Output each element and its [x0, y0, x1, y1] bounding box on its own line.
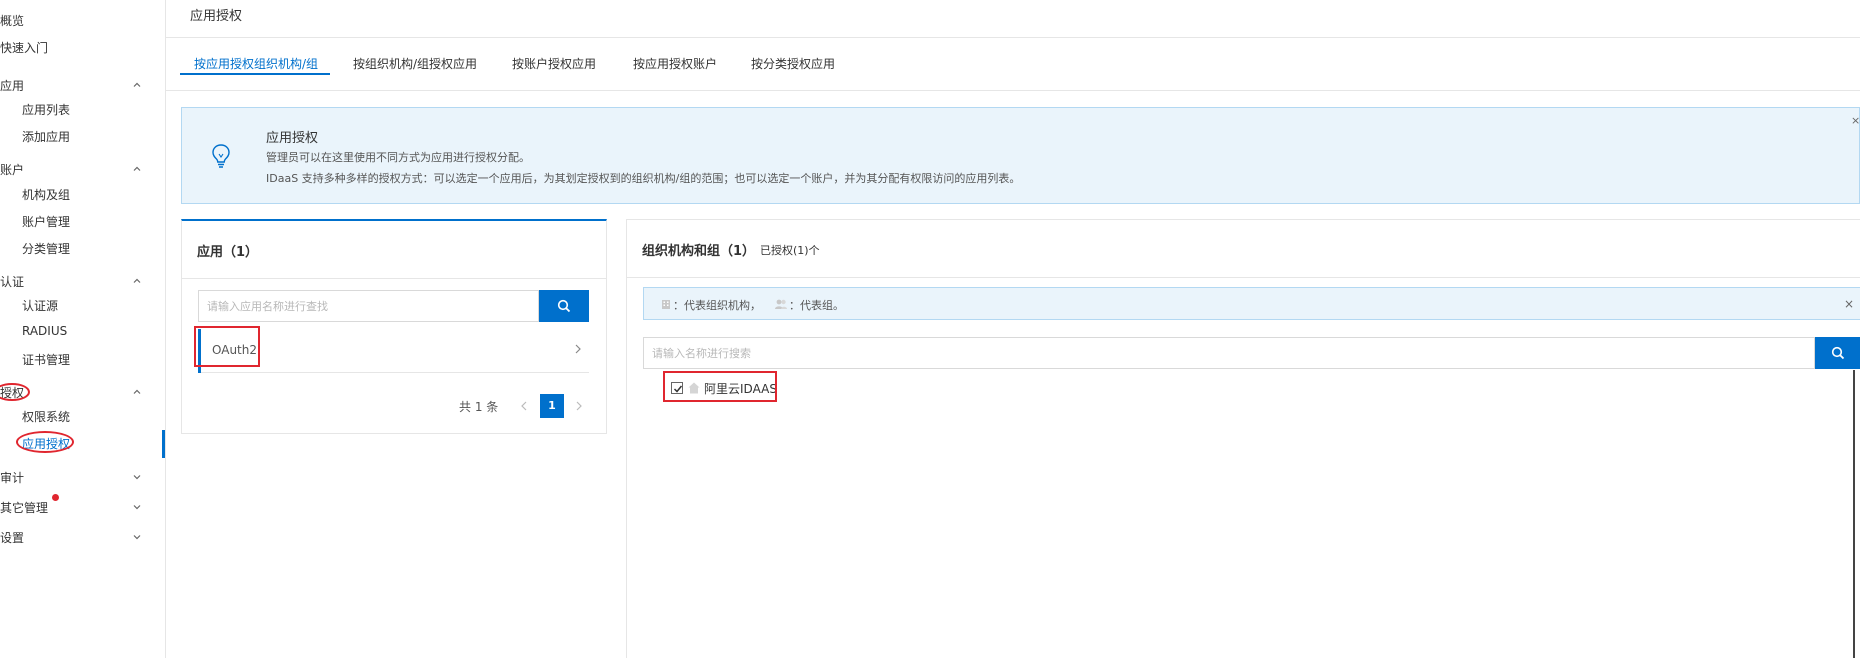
apps-panel: 应用（1） OAuth2 共 1 条 1: [181, 219, 607, 434]
sidebar-item-permission-system[interactable]: 权限系统: [22, 408, 70, 425]
building-icon: [660, 298, 672, 313]
group-icon: [774, 298, 788, 313]
sidebar-item-quickstart[interactable]: 快速入门: [0, 39, 48, 56]
legend-group-text: ：代表组。: [789, 299, 844, 312]
close-icon[interactable]: ×: [1844, 297, 1854, 311]
divider: [166, 37, 1860, 38]
app-search-input[interactable]: [199, 291, 538, 321]
tab-account-to-app[interactable]: 按账户授权应用: [512, 55, 596, 72]
main-content: 应用授权 按应用授权组织机构/组 按组织机构/组授权应用 按账户授权应用 按应用…: [166, 0, 1860, 658]
tab-app-to-account[interactable]: 按应用授权账户: [633, 55, 717, 72]
sidebar-group-other[interactable]: 其它管理: [0, 499, 48, 516]
sidebar-group-settings[interactable]: 设置: [0, 529, 24, 546]
org-search-input[interactable]: [644, 338, 1814, 368]
org-panel-title: 组织机构和组（1）: [642, 244, 756, 259]
chevron-up-icon[interactable]: [132, 276, 142, 286]
sidebar: 概览 快速入门 应用 应用列表 添加应用 账户 机构及组 账户管理 分类管理 认…: [0, 0, 166, 658]
chevron-down-icon[interactable]: [132, 532, 142, 542]
scrollbar[interactable]: [1853, 370, 1855, 658]
tab-org-to-app[interactable]: 按组织机构/组授权应用: [353, 55, 477, 72]
divider: [166, 90, 1860, 91]
sidebar-group-auth[interactable]: 认证: [0, 273, 24, 290]
chevron-up-icon[interactable]: [132, 80, 142, 90]
legend-org-text: ：代表组织机构，: [673, 299, 761, 312]
tab-category-to-app[interactable]: 按分类授权应用: [751, 55, 835, 72]
notice-text: 管理员可以在这里使用不同方式为应用进行授权分配。: [266, 151, 530, 164]
sidebar-item-account-mgmt[interactable]: 账户管理: [22, 213, 70, 230]
sidebar-group-apps[interactable]: 应用: [0, 77, 24, 94]
sidebar-group-accounts[interactable]: 账户: [0, 161, 24, 178]
sidebar-item-orgs-groups[interactable]: 机构及组: [22, 186, 70, 203]
app-search-button[interactable]: [539, 290, 589, 322]
annotation-box: [194, 326, 260, 367]
notice-text: IDaaS 支持多种多样的授权方式：可以选定一个应用后，为其划定授权到的组织机构…: [266, 172, 1021, 185]
apps-panel-title: 应用（1）: [197, 245, 259, 260]
notification-badge: [52, 494, 59, 501]
chevron-up-icon[interactable]: [132, 387, 142, 397]
chevron-down-icon[interactable]: [132, 502, 142, 512]
info-notice: 应用授权 管理员可以在这里使用不同方式为应用进行授权分配。 IDaaS 支持多种…: [181, 107, 1860, 204]
lightbulb-icon: [210, 142, 232, 170]
org-search-field[interactable]: [643, 337, 1815, 369]
search-icon: [1831, 346, 1845, 360]
org-panel: 组织机构和组（1） 已授权(1)个 ：代表组织机构， ：代表组。 × 请输入名称…: [626, 219, 1860, 658]
sidebar-active-indicator: [162, 430, 165, 458]
annotation-box: [663, 371, 777, 402]
chevron-right-icon[interactable]: [574, 400, 584, 415]
sidebar-item-radius[interactable]: RADIUS: [22, 324, 67, 338]
close-icon[interactable]: ×: [1851, 114, 1859, 127]
app-search-field[interactable]: [198, 290, 539, 322]
sidebar-item-overview[interactable]: 概览: [0, 12, 24, 29]
page-title: 应用授权: [190, 9, 243, 24]
divider: [627, 277, 1860, 278]
tab-active-underline: [180, 73, 330, 75]
sidebar-item-add-app[interactable]: 添加应用: [22, 128, 70, 145]
legend-notice: ：代表组织机构， ：代表组。 ×: [643, 287, 1860, 320]
sidebar-item-category-mgmt[interactable]: 分类管理: [22, 240, 70, 257]
tab-app-to-org[interactable]: 按应用授权组织机构/组: [194, 55, 318, 72]
sidebar-item-auth-source[interactable]: 认证源: [22, 297, 58, 314]
sidebar-item-cert-mgmt[interactable]: 证书管理: [22, 351, 70, 368]
search-icon: [557, 299, 571, 313]
divider: [182, 278, 606, 279]
chevron-right-icon: [573, 343, 583, 358]
sidebar-group-audit[interactable]: 审计: [0, 469, 24, 486]
sidebar-item-app-list[interactable]: 应用列表: [22, 101, 70, 118]
org-panel-authorized-count: 已授权(1)个: [760, 244, 820, 257]
notice-title: 应用授权: [266, 131, 319, 146]
org-search-button[interactable]: [1815, 337, 1860, 369]
chevron-up-icon[interactable]: [132, 164, 142, 174]
annotation-circle: [16, 431, 74, 453]
pager-current-page[interactable]: 1: [540, 394, 564, 418]
chevron-down-icon[interactable]: [132, 472, 142, 482]
pager-total: 共 1 条: [459, 400, 499, 414]
chevron-left-icon[interactable]: [519, 400, 529, 415]
